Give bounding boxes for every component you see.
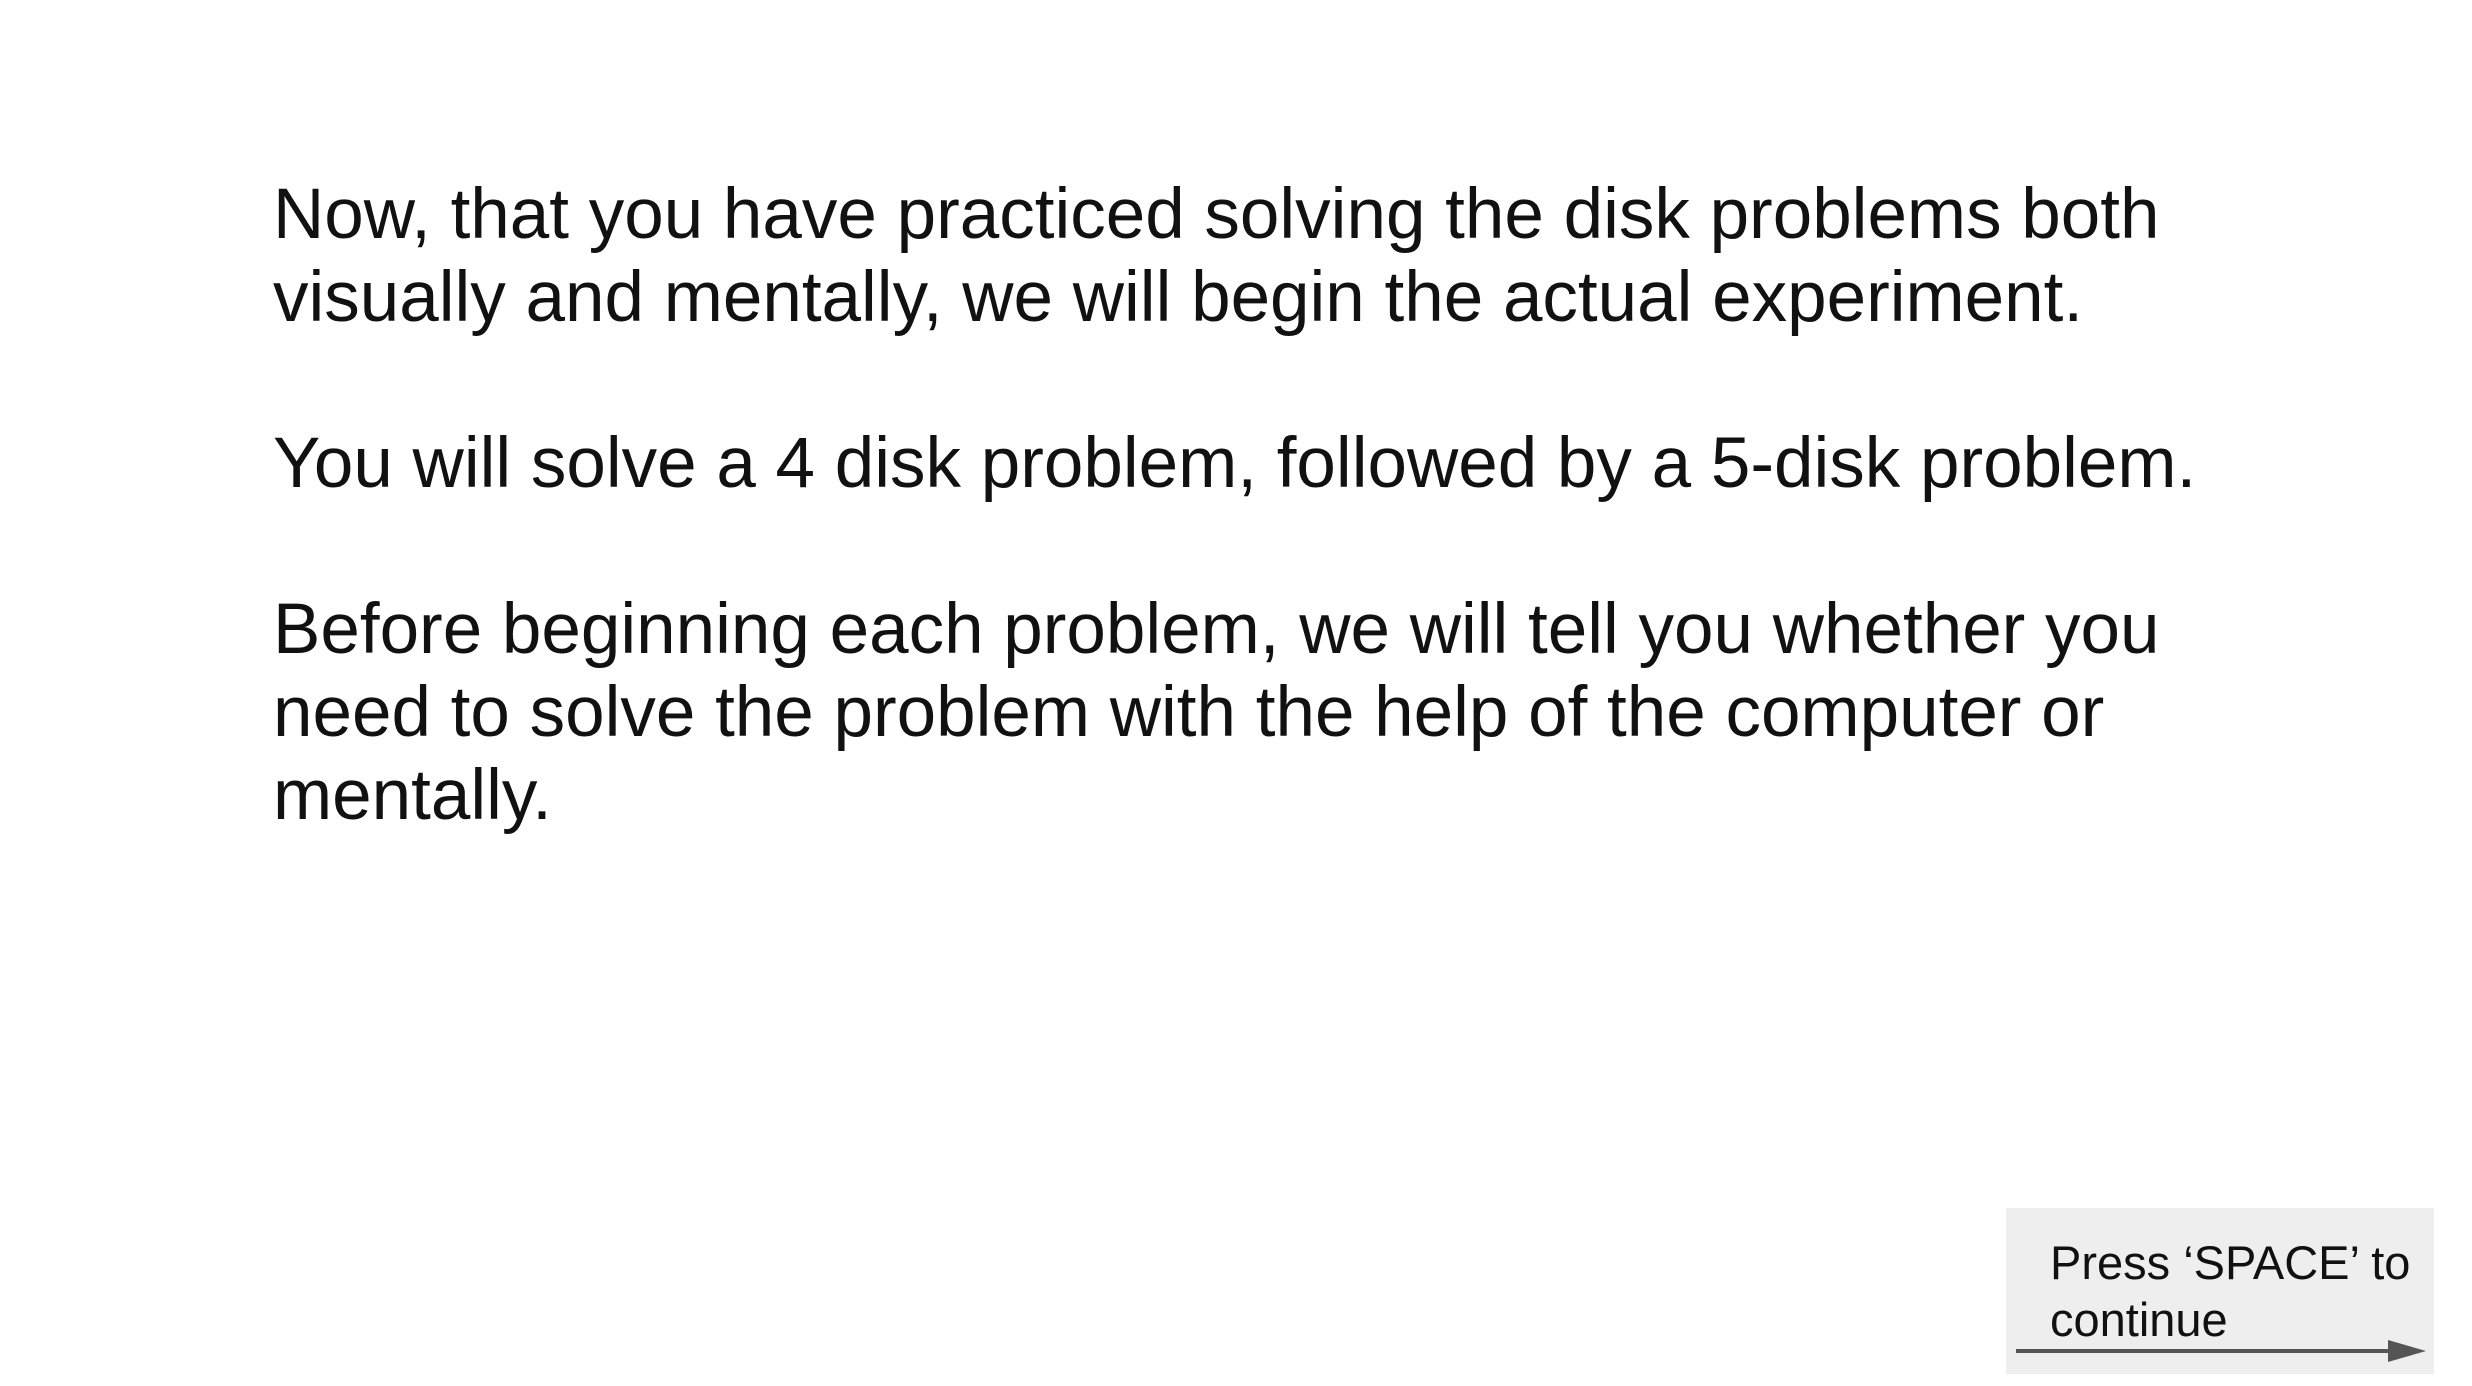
instruction-paragraph-2: You will solve a 4 disk problem, followe… [273, 424, 2197, 503]
continue-label: Press ‘SPACE’ to continue [2050, 1236, 2411, 1346]
arrow-right-icon [2016, 1340, 2426, 1362]
instructions-text: Now, that you have practiced solving the… [273, 173, 2273, 837]
instruction-paragraph-3: Before beginning each problem, we will t… [273, 590, 2160, 835]
instruction-paragraph-1: Now, that you have practiced solving the… [273, 175, 2160, 337]
continue-button[interactable]: Press ‘SPACE’ to continue [2006, 1208, 2434, 1374]
instruction-slide: Now, that you have practiced solving the… [0, 0, 2472, 1386]
